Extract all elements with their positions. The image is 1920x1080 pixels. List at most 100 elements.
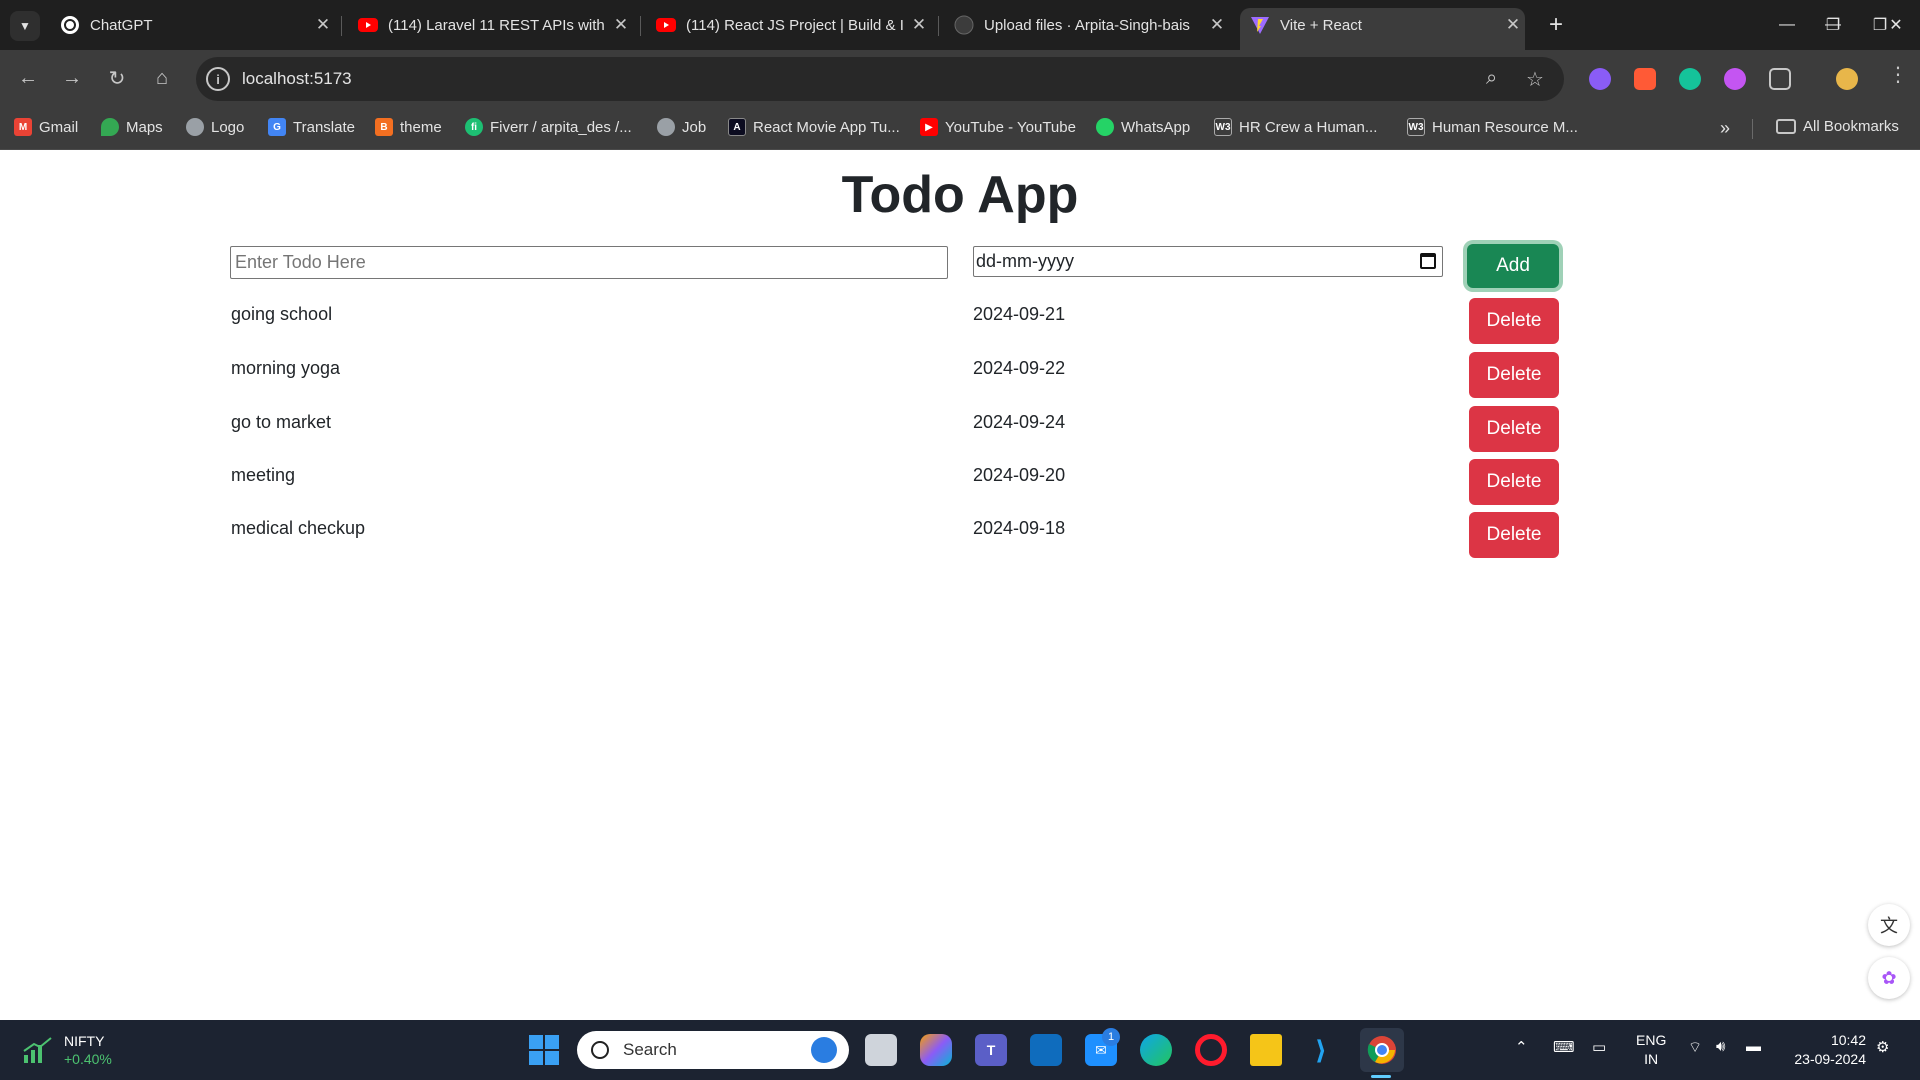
restore-icon[interactable]: ❐ — [1810, 8, 1856, 42]
bookmark-fiverr[interactable]: fi Fiverr / arpita_des /... — [465, 118, 632, 136]
delete-button[interactable]: Delete — [1469, 459, 1559, 505]
tab-title: (114) React JS Project | Build & I — [686, 16, 904, 34]
bookmark-theme[interactable]: B theme — [375, 118, 442, 136]
all-bookmarks[interactable]: All Bookmarks — [1776, 118, 1899, 135]
date-placeholder: dd-mm-yyyy — [976, 251, 1074, 271]
extensions-puzzle-icon[interactable] — [1769, 68, 1791, 90]
search-highlight-icon — [811, 1037, 837, 1063]
brain-extension-icon[interactable]: ✿ — [1868, 957, 1910, 999]
tab-close-icon[interactable]: ✕ — [1501, 15, 1525, 35]
profile-avatar[interactable] — [1836, 68, 1858, 90]
page-content: Todo App dd-mm-yyyy Add going school 202… — [0, 151, 1920, 1020]
notification-bell-icon[interactable]: ⚙ — [1876, 1038, 1889, 1056]
todo-date: 2024-09-18 — [973, 518, 1066, 538]
reload-icon[interactable]: ↻ — [101, 62, 133, 94]
extension-icon[interactable] — [1634, 68, 1656, 90]
taskbar: NIFTY +0.40% Search T ✉ 1 ⟩ ⌃ ⌨ ▭ ENG IN… — [0, 1020, 1920, 1080]
tab-close-icon[interactable]: ✕ — [907, 15, 931, 35]
bookmark-whatsapp[interactable]: WhatsApp — [1096, 118, 1190, 136]
tab-title: Upload files · Arpita-Singh-bais — [984, 16, 1190, 34]
bookmark-human-resource[interactable]: W3 Human Resource M... — [1407, 118, 1578, 136]
bookmark-maps[interactable]: Maps — [101, 118, 163, 136]
tab-strip: ▼ ChatGPT ✕ (114) Laravel 11 REST APIs w… — [0, 0, 1920, 50]
menu-dots-icon[interactable]: ⋮ — [1888, 62, 1908, 87]
file-explorer-icon[interactable] — [1250, 1034, 1282, 1066]
address-bar[interactable]: i localhost:5173 ⌕ ☆ — [196, 57, 1564, 101]
tab-search-button[interactable]: ▼ — [10, 11, 40, 41]
youtube-icon: ▶ — [920, 118, 938, 136]
tab-chatgpt[interactable]: ChatGPT ✕ — [50, 8, 335, 42]
stock-chart-icon — [23, 1037, 52, 1063]
bookmark-label: Maps — [126, 118, 163, 136]
tab-vite-react[interactable]: Vite + React ✕ — [1240, 8, 1525, 50]
zoom-icon[interactable]: ⌕ — [1486, 67, 1497, 90]
forward-icon[interactable]: → — [56, 62, 88, 94]
new-tab-button[interactable]: + — [1542, 11, 1570, 39]
tab-react-project[interactable]: (114) React JS Project | Build & I ✕ — [646, 8, 931, 42]
delete-button[interactable]: Delete — [1469, 352, 1559, 398]
show-hidden-icons-icon[interactable]: ⌃ — [1515, 1038, 1528, 1056]
clock[interactable]: 10:42 23-09-2024 — [1794, 1031, 1866, 1069]
windows-start-icon[interactable] — [528, 1034, 560, 1066]
tab-upload-files[interactable]: Upload files · Arpita-Singh-bais ✕ — [944, 8, 1229, 42]
teams-icon[interactable]: T — [975, 1034, 1007, 1066]
delete-button[interactable]: Delete — [1469, 512, 1559, 558]
home-icon[interactable]: ⌂ — [146, 62, 178, 94]
close-window-icon[interactable]: ✕ — [1873, 8, 1919, 42]
translate-float-icon[interactable]: 文 — [1868, 904, 1910, 946]
volume-icon[interactable]: 🔊︎ — [1716, 1038, 1725, 1055]
bookmark-star-icon[interactable]: ☆ — [1526, 67, 1544, 92]
delete-button[interactable]: Delete — [1469, 298, 1559, 344]
bookmarks-overflow-icon[interactable]: » — [1720, 118, 1730, 139]
back-icon[interactable]: ← — [12, 62, 44, 94]
bookmarks-bar: M Gmail Maps Logo G Translate B theme fi… — [0, 108, 1920, 150]
todo-input[interactable] — [230, 246, 948, 279]
bookmark-job[interactable]: Job — [657, 118, 706, 136]
site-info-icon[interactable]: i — [206, 67, 230, 91]
grammarly-icon[interactable] — [1679, 68, 1701, 90]
extension-icon[interactable] — [1724, 68, 1746, 90]
delete-button[interactable]: Delete — [1469, 406, 1559, 452]
store-icon[interactable] — [1030, 1034, 1062, 1066]
bookmark-react-movie[interactable]: A React Movie App Tu... — [728, 118, 900, 136]
taskbar-search[interactable]: Search — [577, 1031, 849, 1069]
tab-close-icon[interactable]: ✕ — [1205, 15, 1229, 35]
bookmark-label: React Movie App Tu... — [753, 118, 900, 136]
minimize-icon[interactable]: — — [1764, 8, 1810, 42]
tab-close-icon[interactable]: ✕ — [609, 15, 633, 35]
bookmark-translate[interactable]: G Translate — [268, 118, 355, 136]
keyboard-icon[interactable]: ⌨ — [1553, 1038, 1575, 1056]
bookmark-label: Translate — [293, 118, 355, 136]
bookmark-hr-crew[interactable]: W3 HR Crew a Human... — [1214, 118, 1377, 136]
globe-icon — [186, 118, 204, 136]
bookmark-gmail[interactable]: M Gmail — [14, 118, 78, 136]
calendar-icon[interactable] — [1420, 253, 1436, 269]
todo-date: 2024-09-24 — [973, 412, 1066, 432]
todo-row: go to market 2024-09-24 Delete — [0, 406, 1920, 455]
opera-icon[interactable] — [1195, 1034, 1227, 1066]
bookmark-label: HR Crew a Human... — [1239, 118, 1378, 136]
w3-icon: W3 — [1407, 118, 1425, 136]
wifi-icon[interactable]: ⌔ — [1688, 1038, 1702, 1057]
bookmark-label: theme — [400, 118, 442, 136]
tab-laravel[interactable]: (114) Laravel 11 REST APIs with ✕ — [348, 8, 633, 42]
add-button[interactable]: Add — [1467, 244, 1559, 288]
date-input[interactable]: dd-mm-yyyy — [973, 246, 1443, 277]
edge-icon[interactable] — [1140, 1034, 1172, 1066]
language-indicator[interactable]: ENG IN — [1636, 1031, 1666, 1069]
stock-widget[interactable]: NIFTY +0.40% — [22, 1032, 112, 1068]
extension-icon[interactable] — [1589, 68, 1611, 90]
bookmark-label: Fiverr / arpita_des /... — [490, 118, 632, 136]
bookmark-youtube[interactable]: ▶ YouTube - YouTube — [920, 118, 1076, 136]
battery-icon[interactable]: ▬ — [1746, 1038, 1761, 1055]
display-icon[interactable]: ▭ — [1592, 1038, 1606, 1056]
chrome-taskbar-button[interactable] — [1360, 1028, 1404, 1072]
bookmark-logo[interactable]: Logo — [186, 118, 244, 136]
todo-date: 2024-09-20 — [973, 465, 1066, 485]
copilot-icon[interactable] — [920, 1034, 952, 1066]
task-view-icon[interactable] — [865, 1034, 897, 1066]
translate-icon: G — [268, 118, 286, 136]
bookmark-label: Human Resource M... — [1432, 118, 1578, 136]
vscode-icon[interactable]: ⟩ — [1305, 1034, 1337, 1066]
tab-close-icon[interactable]: ✕ — [311, 15, 335, 35]
